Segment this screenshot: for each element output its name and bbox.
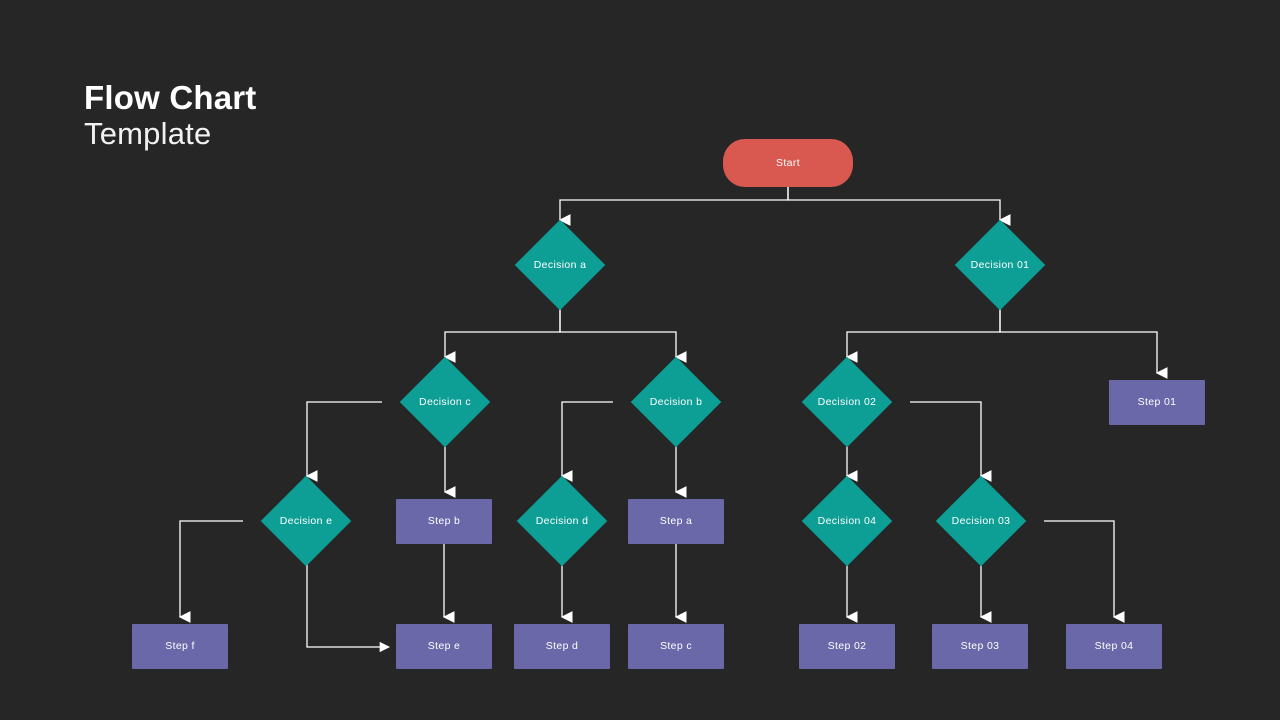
node-label-decision_a: Decision a — [533, 258, 587, 271]
node-label-step_f: Step f — [165, 640, 195, 653]
node-label-decision_01: Decision 01 — [970, 258, 1030, 271]
node-decision_03[interactable]: Decision 03 — [918, 475, 1044, 567]
node-label-decision_b: Decision b — [649, 395, 703, 408]
node-step_c[interactable]: Step c — [628, 624, 724, 669]
node-label-decision_e: Decision e — [279, 514, 333, 527]
node-label-decision_d: Decision d — [535, 514, 589, 527]
node-step_e[interactable]: Step e — [396, 624, 492, 669]
node-label-start: Start — [776, 156, 800, 169]
node-decision_02[interactable]: Decision 02 — [784, 356, 910, 448]
node-decision_a[interactable]: Decision a — [497, 219, 623, 311]
node-label-decision_02: Decision 02 — [817, 395, 877, 408]
node-step_02[interactable]: Step 02 — [799, 624, 895, 669]
node-step_d[interactable]: Step d — [514, 624, 610, 669]
node-label-step_01: Step 01 — [1137, 396, 1177, 409]
node-decision_01[interactable]: Decision 01 — [937, 219, 1063, 311]
node-step_01[interactable]: Step 01 — [1109, 380, 1205, 425]
flowchart-slide: Flow Chart Template Start Decision a Decis… — [0, 0, 1280, 720]
node-decision_e[interactable]: Decision e — [243, 475, 369, 567]
node-step_a[interactable]: Step a — [628, 499, 724, 544]
node-label-step_a: Step a — [659, 515, 693, 528]
node-label-step_e: Step e — [427, 640, 461, 653]
node-label-step_04: Step 04 — [1094, 640, 1134, 653]
node-layer: Start Decision a Decision 01 Decision c Deci… — [0, 0, 1280, 720]
node-label-step_03: Step 03 — [960, 640, 1000, 653]
node-step_04[interactable]: Step 04 — [1066, 624, 1162, 669]
node-decision_c[interactable]: Decision c — [382, 356, 508, 448]
node-decision_04[interactable]: Decision 04 — [784, 475, 910, 567]
node-label-step_d: Step d — [545, 640, 579, 653]
node-step_b[interactable]: Step b — [396, 499, 492, 544]
node-label-step_c: Step c — [660, 640, 692, 653]
node-label-decision_03: Decision 03 — [951, 514, 1011, 527]
node-step_03[interactable]: Step 03 — [932, 624, 1028, 669]
node-label-step_02: Step 02 — [827, 640, 867, 653]
node-start[interactable]: Start — [723, 139, 853, 187]
node-label-step_b: Step b — [427, 515, 461, 528]
node-decision_b[interactable]: Decision b — [613, 356, 739, 448]
node-label-decision_c: Decision c — [419, 395, 471, 408]
node-decision_d[interactable]: Decision d — [499, 475, 625, 567]
node-step_f[interactable]: Step f — [132, 624, 228, 669]
node-label-decision_04: Decision 04 — [817, 514, 877, 527]
